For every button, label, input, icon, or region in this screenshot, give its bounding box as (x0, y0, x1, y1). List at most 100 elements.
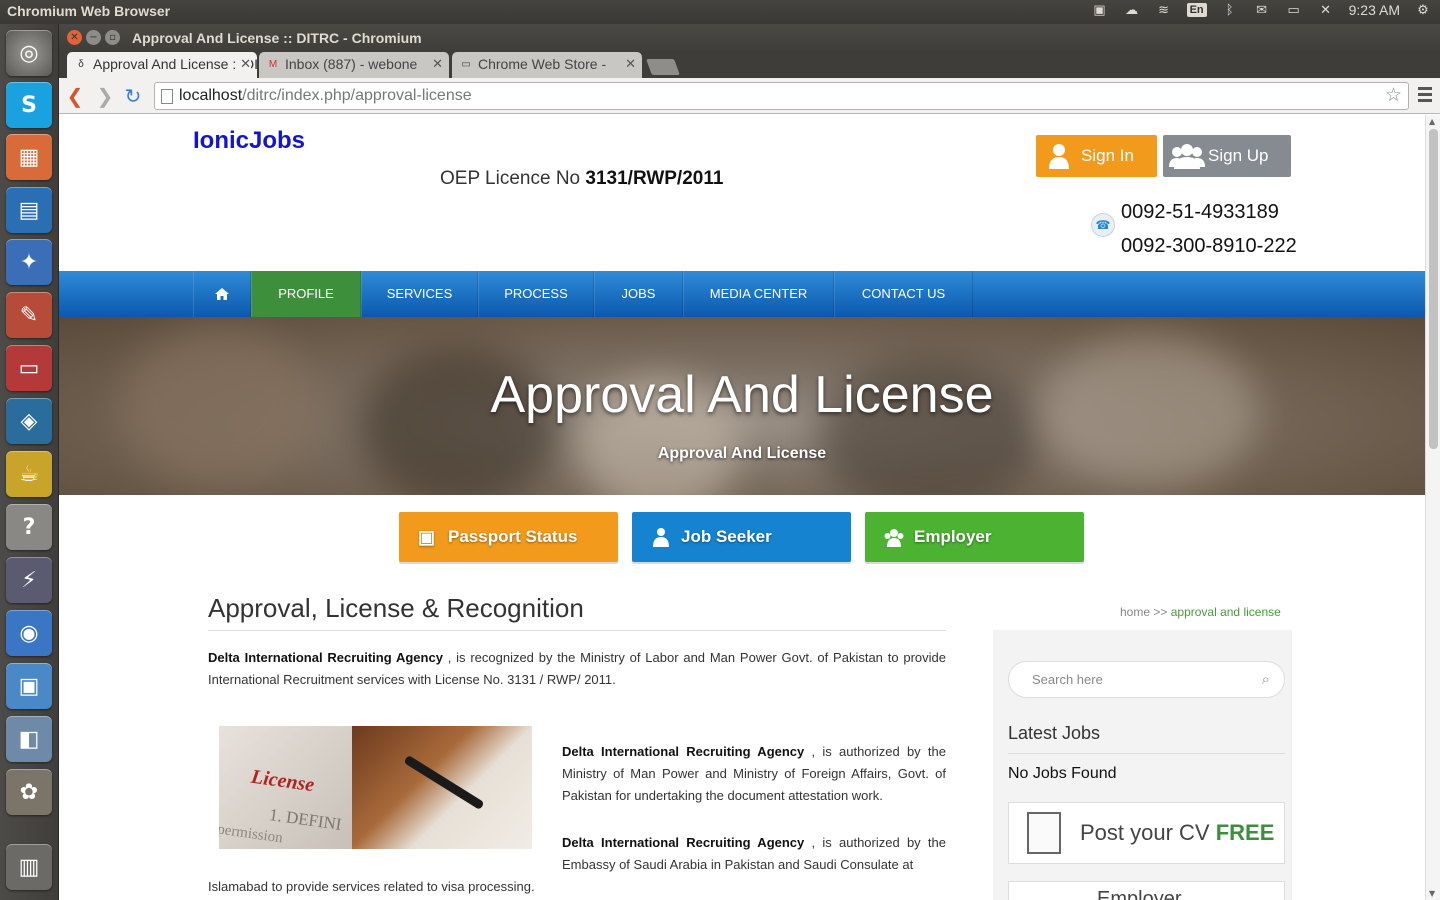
employer-box[interactable]: Employer (1008, 881, 1285, 900)
back-icon[interactable]: ❮ (63, 84, 87, 108)
group-icon (1169, 144, 1205, 169)
search-input[interactable]: Search here ⌕ (1008, 661, 1285, 698)
writer-icon[interactable]: ▤ (6, 187, 52, 233)
document-icon (1027, 812, 1061, 854)
sign-in-button[interactable]: Sign In (1036, 135, 1157, 177)
site-logo[interactable]: IonicJobs (193, 127, 305, 155)
battery-icon[interactable]: ▭ (1285, 2, 1303, 18)
new-tab-button[interactable] (646, 59, 680, 75)
mail-icon[interactable]: ✉ (1253, 2, 1271, 18)
nav-profile[interactable]: PROFILE (251, 271, 361, 317)
close-tab-icon[interactable]: ✕ (429, 56, 443, 72)
paragraph-visa-tail: Islamabad to provide services related to… (208, 879, 535, 894)
gear-icon[interactable]: ⚙ (1414, 2, 1432, 18)
tab-chrome-web-store[interactable]: ▭ Chrome Web Store - ✕ (452, 52, 642, 78)
no-jobs-message: No Jobs Found (1008, 765, 1117, 782)
trash-icon[interactable]: ▥ (6, 844, 52, 890)
skype-icon[interactable]: S (6, 82, 52, 128)
nav-jobs[interactable]: JOBS (594, 271, 683, 317)
employer-button[interactable]: Employer (865, 512, 1084, 562)
paragraph-visa: Delta International Recruiting Agency , … (562, 832, 946, 876)
nav-home[interactable] (193, 271, 251, 317)
nav-media-center[interactable]: MEDIA CENTER (683, 271, 834, 317)
search-icon[interactable]: ⌕ (1262, 662, 1270, 697)
tab-label: Chrome Web Store - (478, 56, 607, 72)
cloud-icon[interactable]: ☁ (1123, 2, 1141, 18)
impress-icon[interactable]: ▦ (6, 134, 52, 180)
search-placeholder: Search here (1032, 672, 1103, 687)
dropbox-icon[interactable]: ▣ (1091, 2, 1109, 18)
divider (1008, 753, 1285, 754)
chromium-icon[interactable]: ◉ (6, 610, 52, 656)
oep-label: OEP Licence No (440, 168, 581, 189)
breadcrumb-home[interactable]: home >> (1120, 605, 1167, 619)
reload-icon[interactable]: ↻ (121, 84, 145, 108)
tab-approval-license[interactable]: δ Approval And License :: DITRC ✕ (67, 52, 257, 78)
close-tab-icon[interactable]: ✕ (622, 56, 636, 72)
url-host: localhost (179, 87, 243, 104)
breadcrumb-current: approval and license (1170, 605, 1281, 619)
divider (208, 630, 946, 631)
scroll-up-icon[interactable]: ▲ (1429, 117, 1435, 126)
main-nav: PROFILE SERVICES PROCESS JOBS MEDIA CENT… (59, 271, 1425, 317)
network-icon[interactable]: ⚡ (6, 557, 52, 603)
close-tab-icon[interactable]: ✕ (237, 56, 251, 72)
oep-licence: OEP Licence No 3131/RWP/2011 (440, 168, 723, 190)
breadcrumb: home >> approval and license (1120, 605, 1281, 619)
person-icon (653, 528, 669, 547)
volume-muted-icon[interactable]: ✕ (1317, 2, 1335, 18)
phone-numbers: 0092-51-4933189 0092-300-8910-222 (1121, 195, 1297, 263)
bookmark-star-icon[interactable]: ☆ (1385, 83, 1402, 109)
tab-strip: δ Approval And License :: DITRC ✕ M Inbo… (59, 51, 1440, 78)
scrollbar-thumb[interactable] (1429, 129, 1438, 449)
address-bar[interactable]: localhost/ditrc/index.php/approval-licen… (154, 82, 1409, 110)
wifi-icon[interactable]: ≋ (1155, 2, 1173, 18)
minimize-window-icon[interactable]: − (86, 30, 101, 45)
close-window-icon[interactable]: ✕ (67, 30, 82, 45)
job-seeker-button[interactable]: Job Seeker (632, 512, 851, 562)
agency-name: Delta International Recruiting Agency (208, 650, 443, 665)
screenshot-icon[interactable]: ◧ (6, 716, 52, 762)
browser-menu-icon[interactable] (1418, 87, 1432, 105)
thunderbird-icon[interactable]: ✦ (6, 239, 52, 285)
post-cv-label: Post your CV (1080, 820, 1210, 845)
nav-services[interactable]: SERVICES (361, 271, 478, 317)
hero-title: Approval And License (490, 366, 994, 424)
forward-icon[interactable]: ❯ (93, 84, 117, 108)
hero-banner: Approval And License Approval And Licens… (59, 317, 1425, 495)
gimp-icon[interactable]: ✿ (6, 769, 52, 815)
sign-up-label: Sign Up (1208, 146, 1269, 165)
ubuntu-dash-icon[interactable]: ◎ (6, 30, 52, 76)
job-seeker-label: Job Seeker (681, 527, 772, 546)
app-title: Chromium Web Browser (7, 3, 171, 19)
files-icon[interactable]: ▭ (6, 345, 52, 391)
post-cv-free: FREE (1215, 820, 1275, 845)
page-icon (161, 89, 173, 104)
keyboard-layout-indicator[interactable]: En (1186, 3, 1207, 17)
maximize-window-icon[interactable]: ▫ (105, 30, 120, 45)
tab-gmail-inbox[interactable]: M Inbox (887) - webone ✕ (259, 52, 449, 78)
clock[interactable]: 9:23 AM (1349, 2, 1400, 18)
window-titlebar: ✕ − ▫ Approval And License :: DITRC - Ch… (59, 24, 1440, 53)
phone-number-1: 0092-51-4933189 (1121, 201, 1279, 223)
sign-up-button[interactable]: Sign Up (1163, 135, 1291, 177)
mysql-workbench-icon[interactable]: ◈ (6, 398, 52, 444)
post-cv-button[interactable]: Post your CV FREE (1008, 802, 1285, 864)
nav-process[interactable]: PROCESS (478, 271, 594, 317)
nav-contact-us[interactable]: CONTACT US (834, 271, 973, 317)
employer-box-label: Employer (1097, 888, 1182, 900)
virtualbox-icon[interactable]: ▣ (6, 663, 52, 709)
teapot-icon[interactable]: ☕ (6, 451, 52, 497)
tab-label: Approval And License :: DITRC (93, 56, 257, 72)
phone-icon: ☎ (1091, 213, 1115, 237)
help-icon[interactable]: ? (6, 504, 52, 550)
page-scrollbar[interactable]: ▲ ▼ (1425, 115, 1440, 900)
phone-number-2: 0092-300-8910-222 (1121, 235, 1297, 257)
passport-status-button[interactable]: ▣ Passport Status (399, 512, 618, 562)
bluetooth-icon[interactable]: ᛒ (1221, 2, 1239, 18)
scroll-down-icon[interactable]: ▼ (1429, 889, 1435, 898)
oep-number: 3131/RWP/2011 (585, 168, 724, 189)
browser-window: ✕ − ▫ Approval And License :: DITRC - Ch… (59, 24, 1440, 900)
paragraph-attestation: Delta International Recruiting Agency , … (562, 741, 946, 807)
settings-icon[interactable]: ✎ (6, 292, 52, 338)
